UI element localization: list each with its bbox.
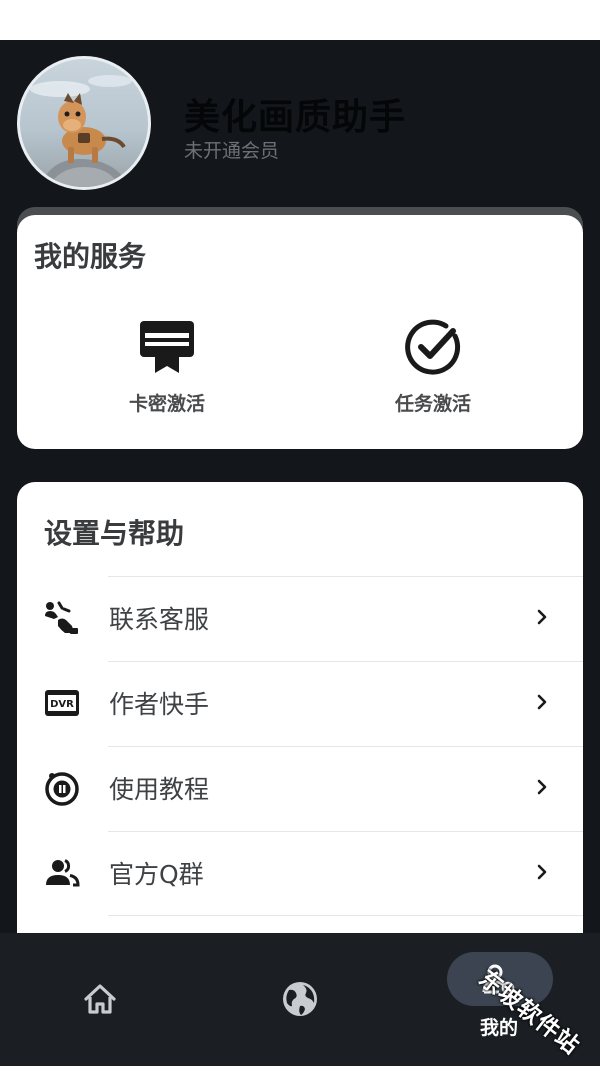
settings-item-label: 联系客服 bbox=[109, 605, 210, 634]
settings-item-official-qq-group[interactable]: 官方Q群 bbox=[17, 831, 583, 915]
profile-icon bbox=[482, 964, 515, 995]
nav-tab-mine[interactable] bbox=[447, 952, 553, 1006]
card-key-icon bbox=[140, 321, 194, 373]
divider bbox=[108, 831, 583, 832]
settings-title: 设置与帮助 bbox=[44, 517, 185, 550]
task-activation-label: 任务激活 bbox=[394, 393, 471, 415]
card-key-activation-button[interactable]: 卡密激活 bbox=[97, 317, 237, 416]
task-activation-button[interactable]: 任务激活 bbox=[363, 317, 503, 416]
bottom-navigation: 我的 bbox=[0, 933, 600, 1066]
globe-icon[interactable] bbox=[281, 980, 319, 1018]
settings-item-contact-support[interactable]: 联系客服 bbox=[17, 576, 583, 660]
settings-item-author-kuaishou[interactable]: DVR 作者快手 bbox=[17, 661, 583, 745]
settings-item-label: 作者快手 bbox=[109, 690, 210, 719]
app-screen: 美化画质助手 未开通会员 我的服务 卡密激活 任务激活 设置与帮助 联系客服 D… bbox=[0, 40, 600, 1066]
divider bbox=[108, 746, 583, 747]
chevron-right-icon bbox=[537, 864, 547, 880]
dvr-icon: DVR bbox=[45, 690, 79, 716]
contact-support-icon bbox=[45, 601, 78, 634]
chevron-right-icon bbox=[537, 609, 547, 625]
card-key-label: 卡密激活 bbox=[128, 393, 205, 415]
group-icon bbox=[46, 859, 80, 887]
divider bbox=[108, 661, 583, 662]
home-icon[interactable] bbox=[82, 981, 118, 1017]
chevron-right-icon bbox=[537, 694, 547, 710]
svg-text:DVR: DVR bbox=[50, 699, 74, 710]
services-title: 我的服务 bbox=[34, 240, 147, 273]
settings-item-label: 使用教程 bbox=[109, 775, 210, 804]
horse-mascot-avatar-icon bbox=[30, 75, 132, 187]
avatar[interactable] bbox=[17, 56, 151, 190]
settings-item-label: 官方Q群 bbox=[109, 860, 204, 889]
settings-item-tutorial[interactable]: 使用教程 bbox=[17, 746, 583, 830]
services-card: 我的服务 卡密激活 任务激活 bbox=[17, 215, 583, 449]
divider bbox=[108, 915, 583, 916]
divider bbox=[108, 576, 583, 577]
tutorial-icon bbox=[45, 772, 79, 806]
app-name: 美化画质助手 bbox=[184, 97, 407, 138]
check-circle-icon bbox=[405, 319, 461, 375]
chevron-right-icon bbox=[537, 779, 547, 795]
member-status[interactable]: 未开通会员 bbox=[184, 136, 279, 163]
nav-tab-mine-label[interactable]: 我的 bbox=[480, 1013, 518, 1040]
